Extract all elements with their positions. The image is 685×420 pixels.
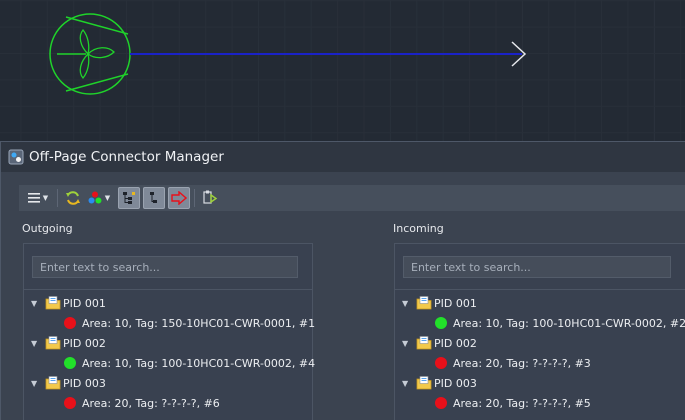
expand-toggle-icon[interactable]: ▼: [31, 299, 41, 308]
folder-page-icon: [45, 336, 61, 350]
expand-all-button[interactable]: [118, 187, 140, 209]
connector-item-label: Area: 10, Tag: 100-10HC01-CWR-0002, #4: [82, 356, 316, 370]
incoming-panel: ▼ PID 001 Area: 10, Tag: 100-10HC01-CWR-00…: [394, 243, 685, 420]
divider: [24, 289, 312, 290]
pid-group-label: PID 003: [434, 376, 477, 390]
toolbar-separator: [57, 189, 58, 207]
pump-symbol-icon[interactable]: [49, 13, 131, 95]
expand-toggle-icon[interactable]: ▼: [402, 299, 412, 308]
status-dot-icon: [64, 317, 76, 329]
export-connector-icon: [203, 190, 218, 204]
refresh-icon: [66, 191, 80, 205]
pid-group-label: PID 003: [63, 376, 106, 390]
pid-group-label: PID 002: [63, 336, 106, 350]
incoming-search-input[interactable]: [403, 256, 671, 278]
color-button[interactable]: ▼: [84, 187, 114, 209]
expand-toggle-icon[interactable]: ▼: [31, 339, 41, 348]
expand-toggle-icon[interactable]: ▼: [402, 379, 412, 388]
incoming-tree: ▼ PID 001 Area: 10, Tag: 100-10HC01-CWR-00…: [395, 293, 685, 413]
connector-item-row[interactable]: Area: 10, Tag: 100-10HC01-CWR-0002, #4: [24, 353, 316, 373]
connector-item-row[interactable]: Area: 20, Tag: ?-?-?-?, #3: [395, 353, 685, 373]
connector-item-row[interactable]: Area: 20, Tag: ?-?-?-?, #6: [24, 393, 312, 413]
outgoing-search-input[interactable]: [32, 256, 298, 278]
dialog-titlebar[interactable]: Off-Page Connector Manager: [1, 142, 685, 172]
status-dot-icon: [435, 317, 447, 329]
tree-group-row[interactable]: ▼ PID 003: [395, 373, 685, 393]
dialog-title: Off-Page Connector Manager: [29, 149, 224, 165]
show-connectors-button[interactable]: [168, 187, 190, 209]
tree-group-row[interactable]: ▼ PID 002: [395, 333, 685, 353]
outgoing-tree: ▼ PID 001 Area: 10, Tag: 150-10HC01-CWR-00…: [24, 293, 316, 413]
toolbar-separator: [194, 189, 195, 207]
chevron-down-icon: ▼: [104, 194, 111, 202]
pid-group-label: PID 001: [63, 296, 106, 310]
pid-group-label: PID 001: [434, 296, 477, 310]
connector-item-row[interactable]: Area: 10, Tag: 150-10HC01-CWR-0001, #1: [24, 313, 316, 333]
outgoing-panel: ▼ PID 001 Area: 10, Tag: 150-10HC01-CWR-00…: [23, 243, 316, 420]
outgoing-label: Outgoing: [22, 222, 73, 235]
folder-page-icon: [416, 376, 432, 390]
connector-item-label: Area: 10, Tag: 100-10HC01-CWR-0002, #2: [453, 316, 685, 330]
tree-group-row[interactable]: ▼ PID 003: [24, 373, 312, 393]
drawing-canvas[interactable]: [0, 0, 685, 141]
connector-item-label: Area: 20, Tag: ?-?-?-?, #6: [82, 396, 220, 410]
connector-item-row[interactable]: Area: 20, Tag: ?-?-?-?, #5: [395, 393, 685, 413]
tree-group-row[interactable]: ▼ PID 001: [395, 293, 685, 313]
status-dot-icon: [435, 357, 447, 369]
off-page-connector-manager-dialog: Off-Page Connector Manager ▼ ▼ Outgoing …: [0, 141, 685, 420]
folder-page-icon: [45, 296, 61, 310]
color-palette-icon: [88, 191, 102, 204]
app-icon: [8, 149, 24, 165]
tree-group-row[interactable]: ▼ PID 002: [24, 333, 312, 353]
folder-page-icon: [416, 336, 432, 350]
folder-page-icon: [45, 376, 61, 390]
chevron-down-icon: ▼: [42, 194, 49, 202]
toolbar: ▼ ▼: [19, 185, 685, 211]
folder-page-icon: [416, 296, 432, 310]
divider: [395, 289, 685, 290]
tree-expand-icon: [123, 192, 135, 204]
connector-item-label: Area: 10, Tag: 150-10HC01-CWR-0001, #1: [82, 316, 316, 330]
status-dot-icon: [435, 397, 447, 409]
tree-group-row[interactable]: ▼ PID 001: [24, 293, 312, 313]
status-dot-icon: [64, 397, 76, 409]
export-button[interactable]: [199, 187, 221, 209]
status-dot-icon: [64, 357, 76, 369]
connector-item-label: Area: 20, Tag: ?-?-?-?, #3: [453, 356, 591, 370]
expand-toggle-icon[interactable]: ▼: [31, 379, 41, 388]
collapse-all-button[interactable]: [143, 187, 165, 209]
expand-toggle-icon[interactable]: ▼: [402, 339, 412, 348]
pid-group-label: PID 002: [434, 336, 477, 350]
menu-icon: [27, 193, 40, 203]
connector-item-label: Area: 20, Tag: ?-?-?-?, #5: [453, 396, 591, 410]
menu-button[interactable]: ▼: [23, 187, 53, 209]
tree-collapse-icon: [150, 192, 157, 203]
arrow-connector-icon: [171, 191, 187, 205]
incoming-label: Incoming: [393, 222, 444, 235]
refresh-button[interactable]: [62, 187, 84, 209]
connector-item-row[interactable]: Area: 10, Tag: 100-10HC01-CWR-0002, #2: [395, 313, 685, 333]
